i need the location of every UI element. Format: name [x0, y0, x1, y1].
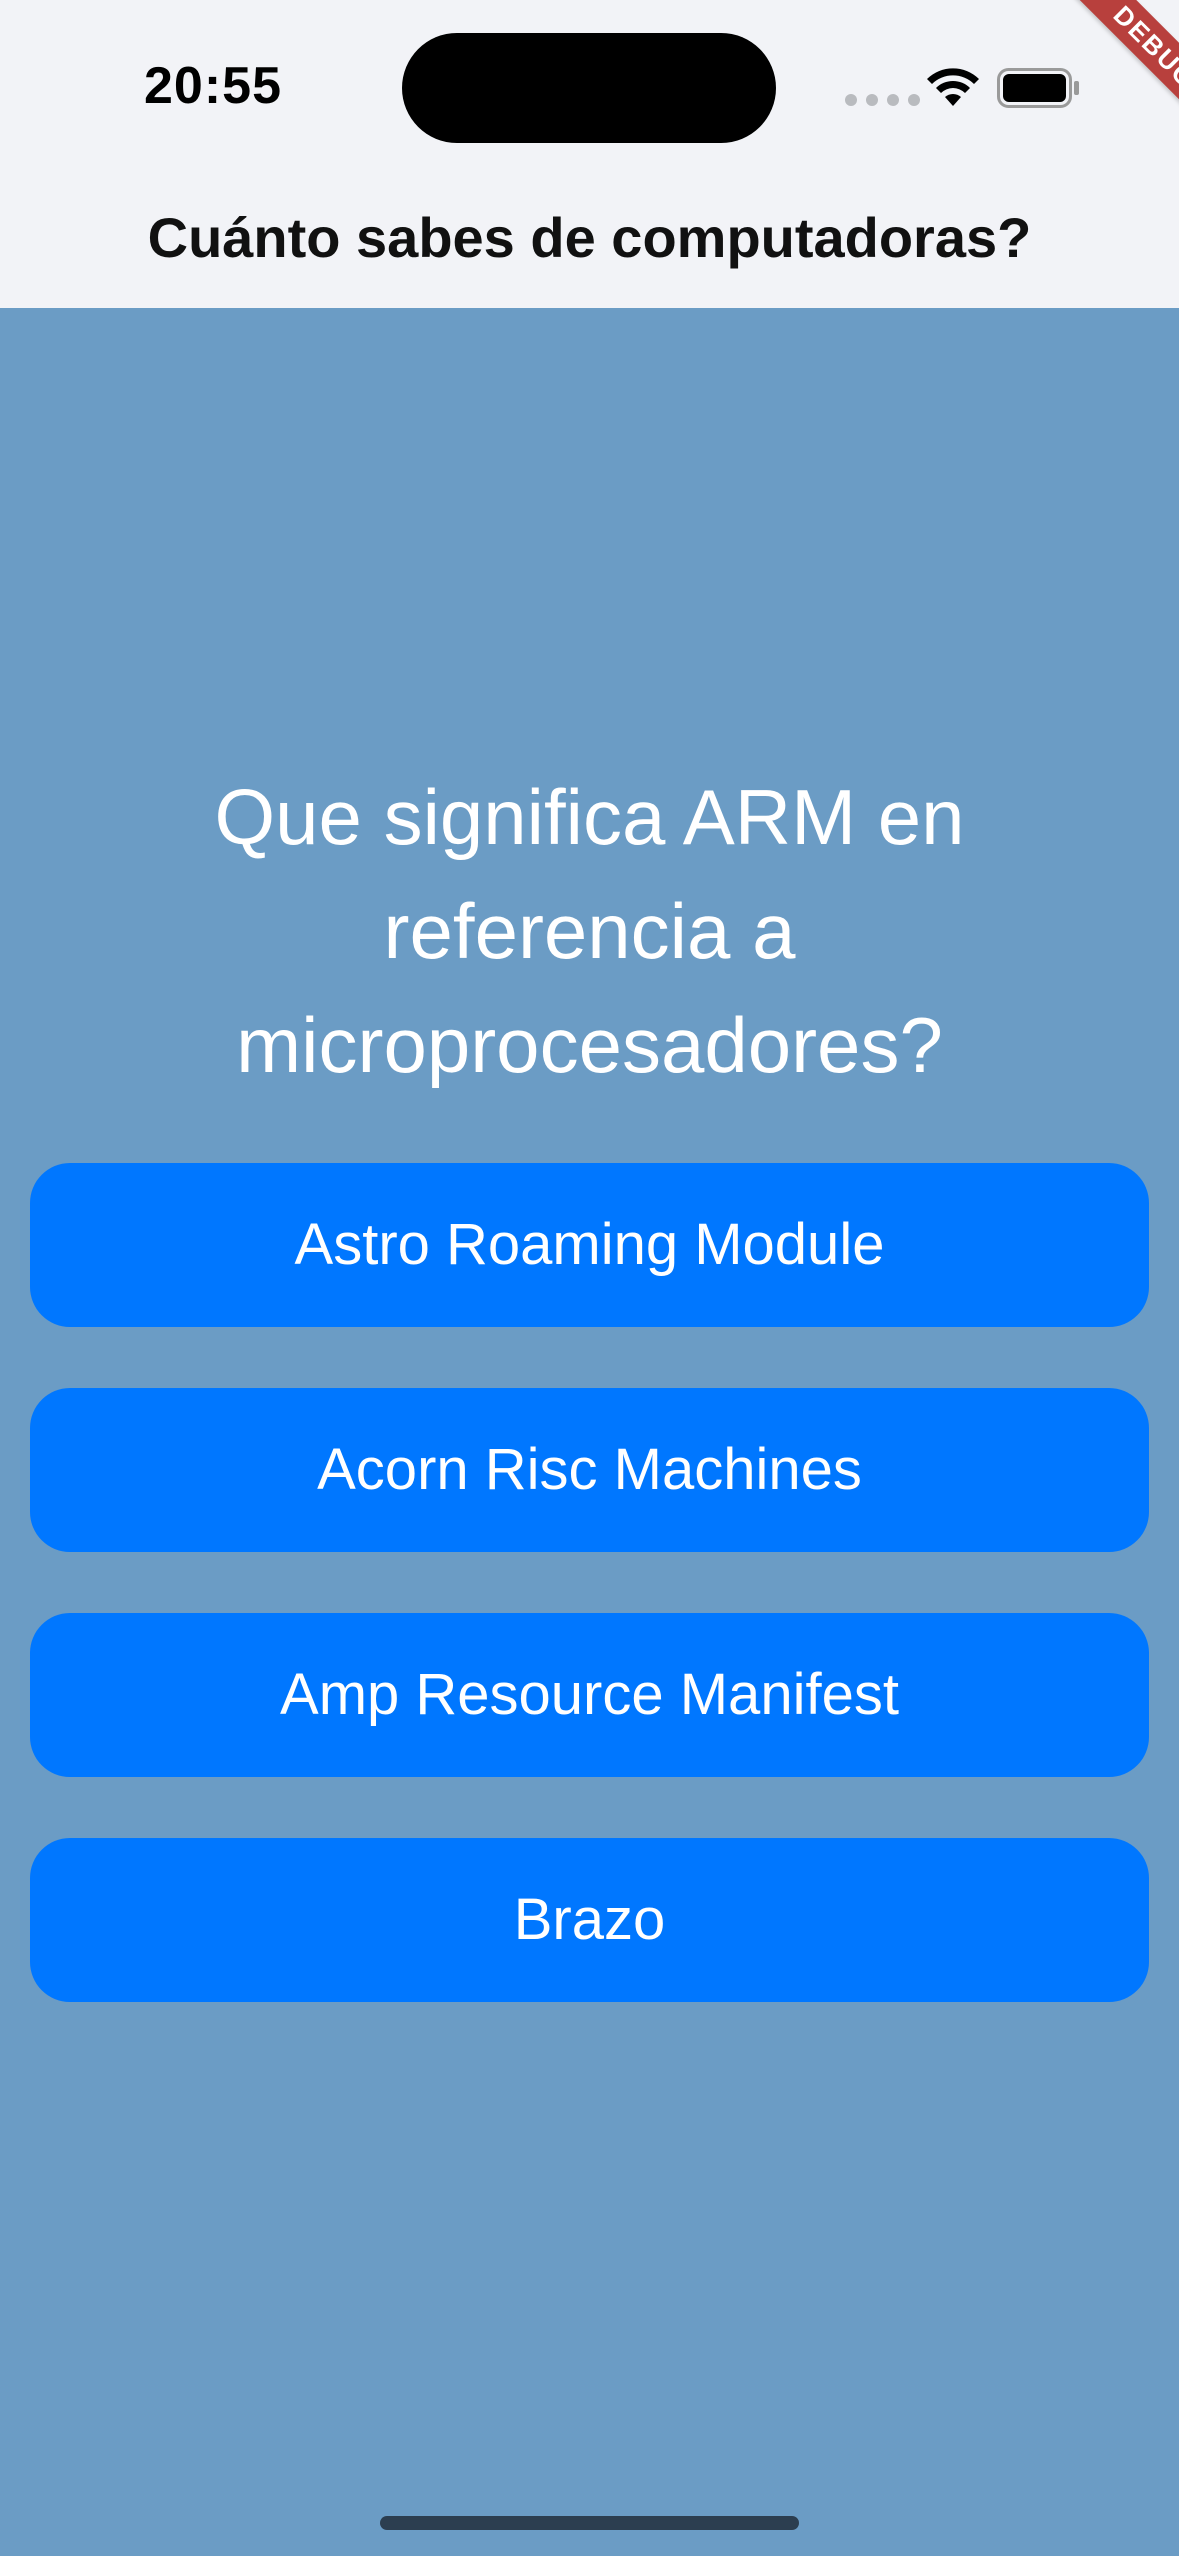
answer-button-2[interactable]: Acorn Risc Machines: [30, 1388, 1149, 1552]
answer-button-4[interactable]: Brazo: [30, 1838, 1149, 2002]
cellular-signal-icon: [845, 94, 920, 106]
app-title: Cuánto sabes de computadoras?: [147, 206, 1032, 269]
battery-icon: [997, 68, 1079, 108]
answer-button-3[interactable]: Amp Resource Manifest: [30, 1613, 1149, 1777]
quiz-screen: 20:55 Cuánto sabes de computadoras? DEBU…: [0, 0, 1179, 2556]
wifi-icon: [927, 68, 979, 106]
question-text: Que significa ARM en referencia a microp…: [214, 773, 965, 1089]
answer-list: Astro Roaming Module Acorn Risc Machines…: [30, 1163, 1149, 2063]
home-indicator[interactable]: [380, 2516, 799, 2530]
dynamic-island: [402, 33, 776, 143]
status-time: 20:55: [144, 57, 282, 115]
app-header: 20:55 Cuánto sabes de computadoras?: [0, 0, 1179, 308]
answer-button-1[interactable]: Astro Roaming Module: [30, 1163, 1149, 1327]
